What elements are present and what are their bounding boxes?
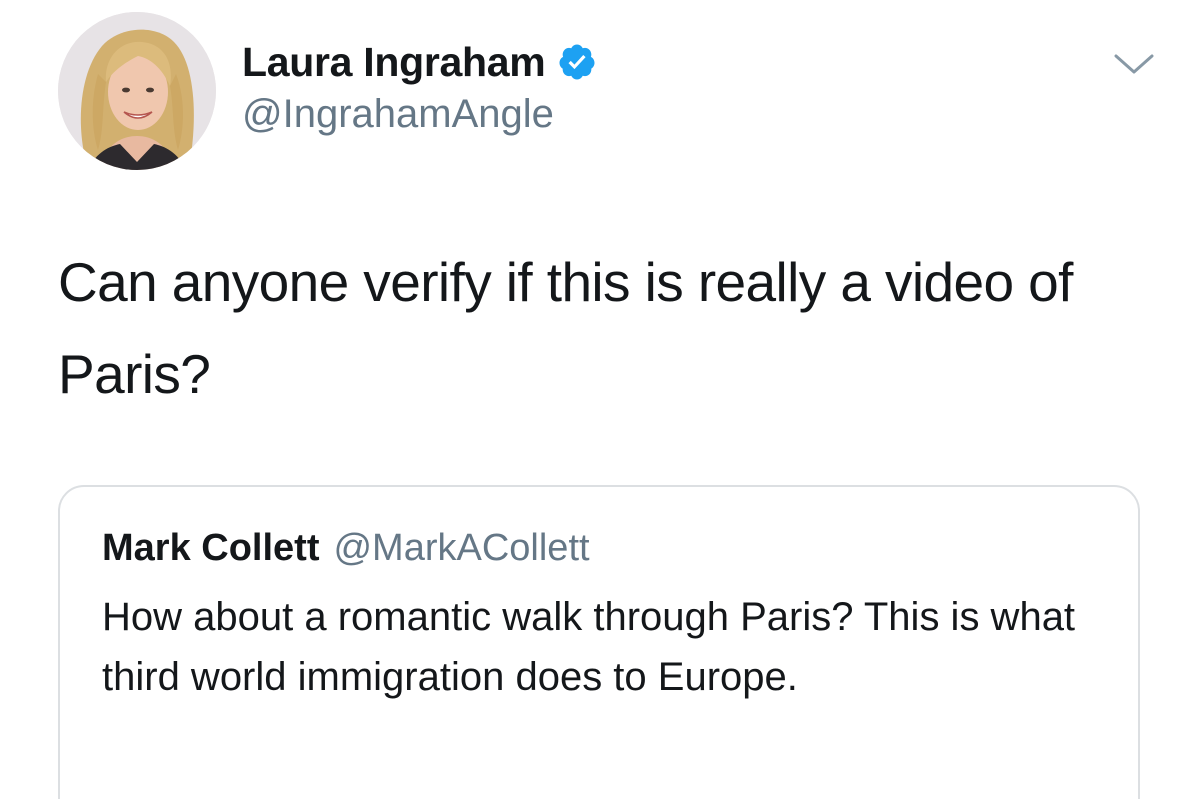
author-handle[interactable]: @IngrahamAngle	[242, 92, 554, 137]
author-display-name[interactable]: Laura Ingraham	[242, 39, 546, 86]
quoted-author-handle: @MarkACollett	[333, 527, 590, 569]
quoted-tweet-card[interactable]: Mark Collett @MarkACollett How about a r…	[58, 485, 1140, 799]
avatar-photo	[58, 12, 216, 170]
verified-badge-icon	[559, 44, 595, 80]
quoted-tweet-header: Mark Collett @MarkACollett	[102, 527, 590, 570]
quoted-author-name: Mark Collett	[102, 527, 320, 569]
chevron-down-icon[interactable]	[1110, 48, 1158, 78]
quoted-tweet-text: How about a romantic walk through Paris?…	[102, 595, 1076, 699]
tweet: Laura Ingraham @IngrahamAngle Can anyone…	[0, 0, 1200, 799]
author-name-row: Laura Ingraham	[242, 36, 597, 88]
author-avatar[interactable]	[58, 12, 216, 170]
tweet-text: Can anyone verify if this is really a vi…	[58, 251, 1073, 405]
